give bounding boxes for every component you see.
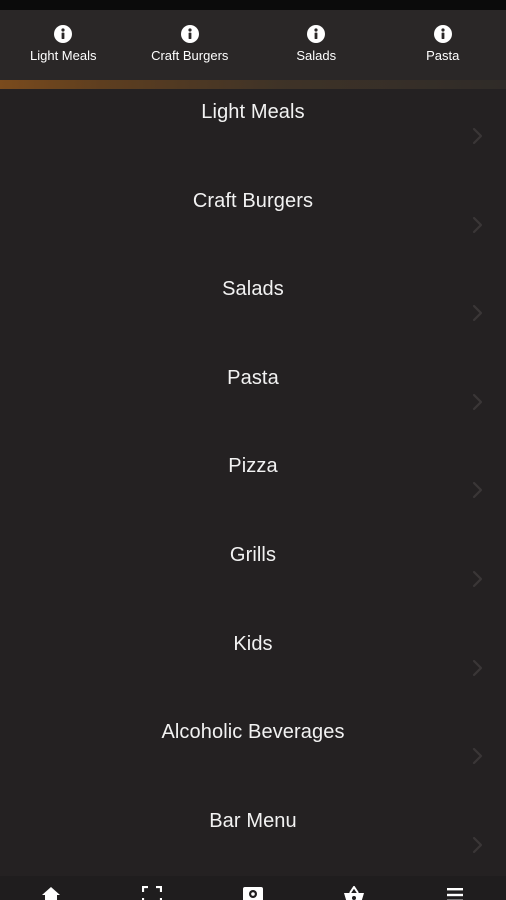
accent-divider (0, 80, 506, 89)
list-item[interactable]: Bar Menu (0, 798, 506, 876)
chevron-right-icon (472, 659, 483, 676)
menu-category-list: Light Meals Craft Burgers Salads Pasta P… (0, 89, 506, 876)
tab-salads[interactable]: Salads (253, 10, 380, 80)
list-item-label: Pizza (228, 455, 278, 478)
list-item-label: Alcoholic Beverages (161, 721, 345, 744)
list-item-label: Kids (233, 632, 273, 655)
list-item-label: Pasta (227, 366, 279, 389)
tab-light-meals[interactable]: Light Meals (0, 10, 127, 80)
list-item[interactable]: Kids (0, 621, 506, 710)
tab-label: Light Meals (30, 48, 97, 63)
nav-more[interactable] (405, 876, 506, 900)
tab-pasta[interactable]: Pasta (380, 10, 506, 80)
tab-label: Craft Burgers (151, 48, 229, 63)
list-item[interactable]: Salads (0, 266, 506, 355)
nav-scan[interactable] (101, 876, 202, 900)
status-bar (0, 0, 506, 10)
app-screen: Light Meals Craft Burgers Salads Pasta L… (0, 0, 506, 900)
nav-basket[interactable] (304, 876, 405, 900)
list-item-label: Salads (222, 278, 284, 301)
chevron-right-icon (472, 305, 483, 322)
list-item-label: Craft Burgers (192, 189, 314, 212)
basket-icon (344, 886, 365, 900)
list-item[interactable]: Pasta (0, 355, 506, 444)
chevron-right-icon (472, 836, 483, 853)
info-icon (54, 25, 73, 43)
tab-label: Salads (296, 48, 337, 63)
chevron-right-icon (472, 127, 483, 145)
list-item[interactable]: Grills (0, 532, 506, 621)
list-item-label: Grills (229, 543, 277, 566)
list-item-label: Bar Menu (209, 809, 297, 832)
chevron-right-icon (472, 570, 483, 588)
chevron-right-icon (472, 482, 483, 499)
list-item[interactable]: Light Meals (0, 89, 506, 178)
bottom-navigation (0, 876, 506, 900)
info-icon (307, 25, 326, 43)
info-icon (180, 25, 199, 43)
chevron-right-icon (472, 748, 483, 765)
chevron-right-icon (472, 393, 483, 410)
list-item[interactable]: Pizza (0, 443, 506, 532)
category-tab-bar: Light Meals Craft Burgers Salads Pasta (0, 10, 506, 80)
list-item-label: Light Meals (201, 101, 305, 123)
hamburger-menu-icon (447, 888, 464, 900)
list-item[interactable]: Alcoholic Beverages (0, 709, 506, 798)
tab-craft-burgers[interactable]: Craft Burgers (127, 10, 254, 80)
nav-menu-card[interactable] (202, 876, 303, 900)
nav-home[interactable] (0, 876, 101, 900)
menu-card-icon (243, 887, 263, 900)
tab-label: Pasta (426, 48, 460, 63)
scan-icon (141, 886, 162, 900)
chevron-right-icon (472, 216, 483, 233)
info-icon (433, 25, 452, 43)
home-icon (41, 887, 60, 900)
list-item[interactable]: Craft Burgers (0, 178, 506, 267)
